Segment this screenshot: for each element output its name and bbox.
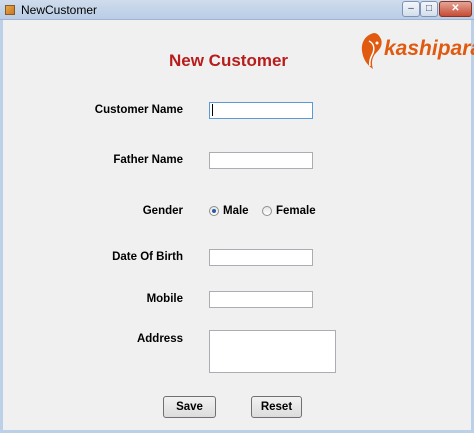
father-name-label: Father Name	[113, 154, 183, 166]
mobile-input[interactable]	[209, 291, 313, 308]
maximize-button[interactable]: □	[420, 1, 438, 17]
form-heading: New Customer	[169, 51, 289, 70]
male-radio-label[interactable]: Male	[223, 205, 249, 217]
father-name-input[interactable]	[209, 152, 313, 169]
logo-text: kashipara	[384, 37, 474, 60]
window-frame-left	[0, 20, 3, 433]
female-radio-label[interactable]: Female	[276, 205, 316, 217]
date-of-birth-input[interactable]	[209, 249, 313, 266]
kashipara-logo: kashipara	[359, 29, 474, 73]
male-radio[interactable]	[209, 206, 219, 216]
customer-name-label: Customer Name	[94, 104, 183, 116]
gender-label: Gender	[142, 205, 183, 217]
title-bar: NewCustomer – □ ✕	[0, 0, 474, 20]
address-textarea[interactable]	[209, 330, 336, 373]
reset-button[interactable]: Reset	[251, 396, 302, 418]
female-radio[interactable]	[262, 206, 272, 216]
date-of-birth-label: Date Of Birth	[112, 251, 183, 263]
app-icon	[5, 5, 15, 15]
minimize-button[interactable]: –	[402, 1, 420, 17]
close-button[interactable]: ✕	[439, 1, 472, 17]
mobile-label: Mobile	[146, 293, 183, 305]
customer-name-input[interactable]	[209, 102, 313, 119]
address-label: Address	[136, 333, 183, 345]
window-title: NewCustomer	[21, 3, 98, 17]
save-button[interactable]: Save	[163, 396, 216, 418]
text-caret	[212, 104, 213, 116]
